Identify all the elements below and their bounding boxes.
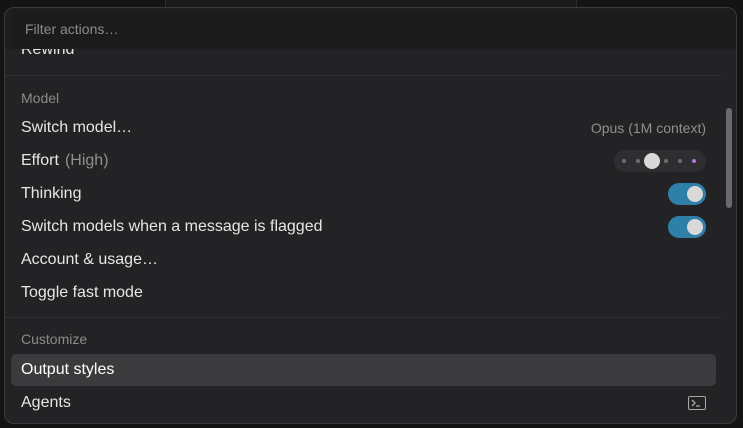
effort-slider[interactable]	[614, 150, 706, 172]
section-header-customize: Customize	[21, 331, 88, 347]
section-divider	[5, 317, 721, 318]
action-output-styles[interactable]: Output styles	[11, 354, 716, 386]
action-output-styles-label: Output styles	[21, 361, 115, 378]
thinking-toggle[interactable]	[668, 183, 706, 205]
section-divider	[5, 75, 721, 76]
action-switch-on-flag[interactable]: Switch models when a message is flagged	[11, 211, 716, 243]
action-switch-on-flag-label: Switch models when a message is flagged	[21, 218, 323, 235]
action-thinking-label: Thinking	[21, 185, 82, 202]
effort-slider-step	[678, 159, 682, 163]
action-toggle-fast-mode-label: Toggle fast mode	[21, 284, 143, 301]
action-agents-label: Agents	[21, 394, 71, 411]
effort-slider-thumb[interactable]	[644, 153, 660, 169]
effort-slider-step	[636, 159, 640, 163]
effort-slider-step	[664, 159, 668, 163]
search-bar	[5, 8, 736, 49]
filter-actions-input[interactable]	[13, 10, 736, 48]
current-model-value: Opus (1M context)	[590, 120, 706, 136]
switch-on-flag-toggle[interactable]	[668, 216, 706, 238]
action-toggle-fast-mode[interactable]: Toggle fast mode	[11, 277, 716, 309]
action-switch-model-label: Switch model…	[21, 119, 133, 136]
action-effort[interactable]: Effort (High)	[11, 145, 716, 177]
action-effort-label: Effort	[21, 152, 59, 169]
terminal-icon	[688, 396, 706, 410]
action-thinking[interactable]: Thinking	[11, 178, 716, 210]
toggle-knob	[687, 186, 703, 202]
action-switch-model[interactable]: Switch model… Opus (1M context)	[11, 112, 716, 144]
action-account-usage[interactable]: Account & usage…	[11, 244, 716, 276]
action-agents[interactable]: Agents	[11, 387, 716, 419]
action-account-usage-label: Account & usage…	[21, 251, 158, 268]
effort-slider-step	[622, 159, 626, 163]
action-list: Rewind Model Switch model… Opus (1M cont…	[5, 8, 736, 423]
effort-slider-step	[692, 159, 696, 163]
toggle-knob	[687, 219, 703, 235]
command-palette: Rewind Model Switch model… Opus (1M cont…	[4, 7, 737, 424]
scrollbar-thumb[interactable]	[726, 108, 732, 208]
section-header-model: Model	[21, 90, 60, 106]
effort-level-text: (High)	[64, 152, 109, 169]
